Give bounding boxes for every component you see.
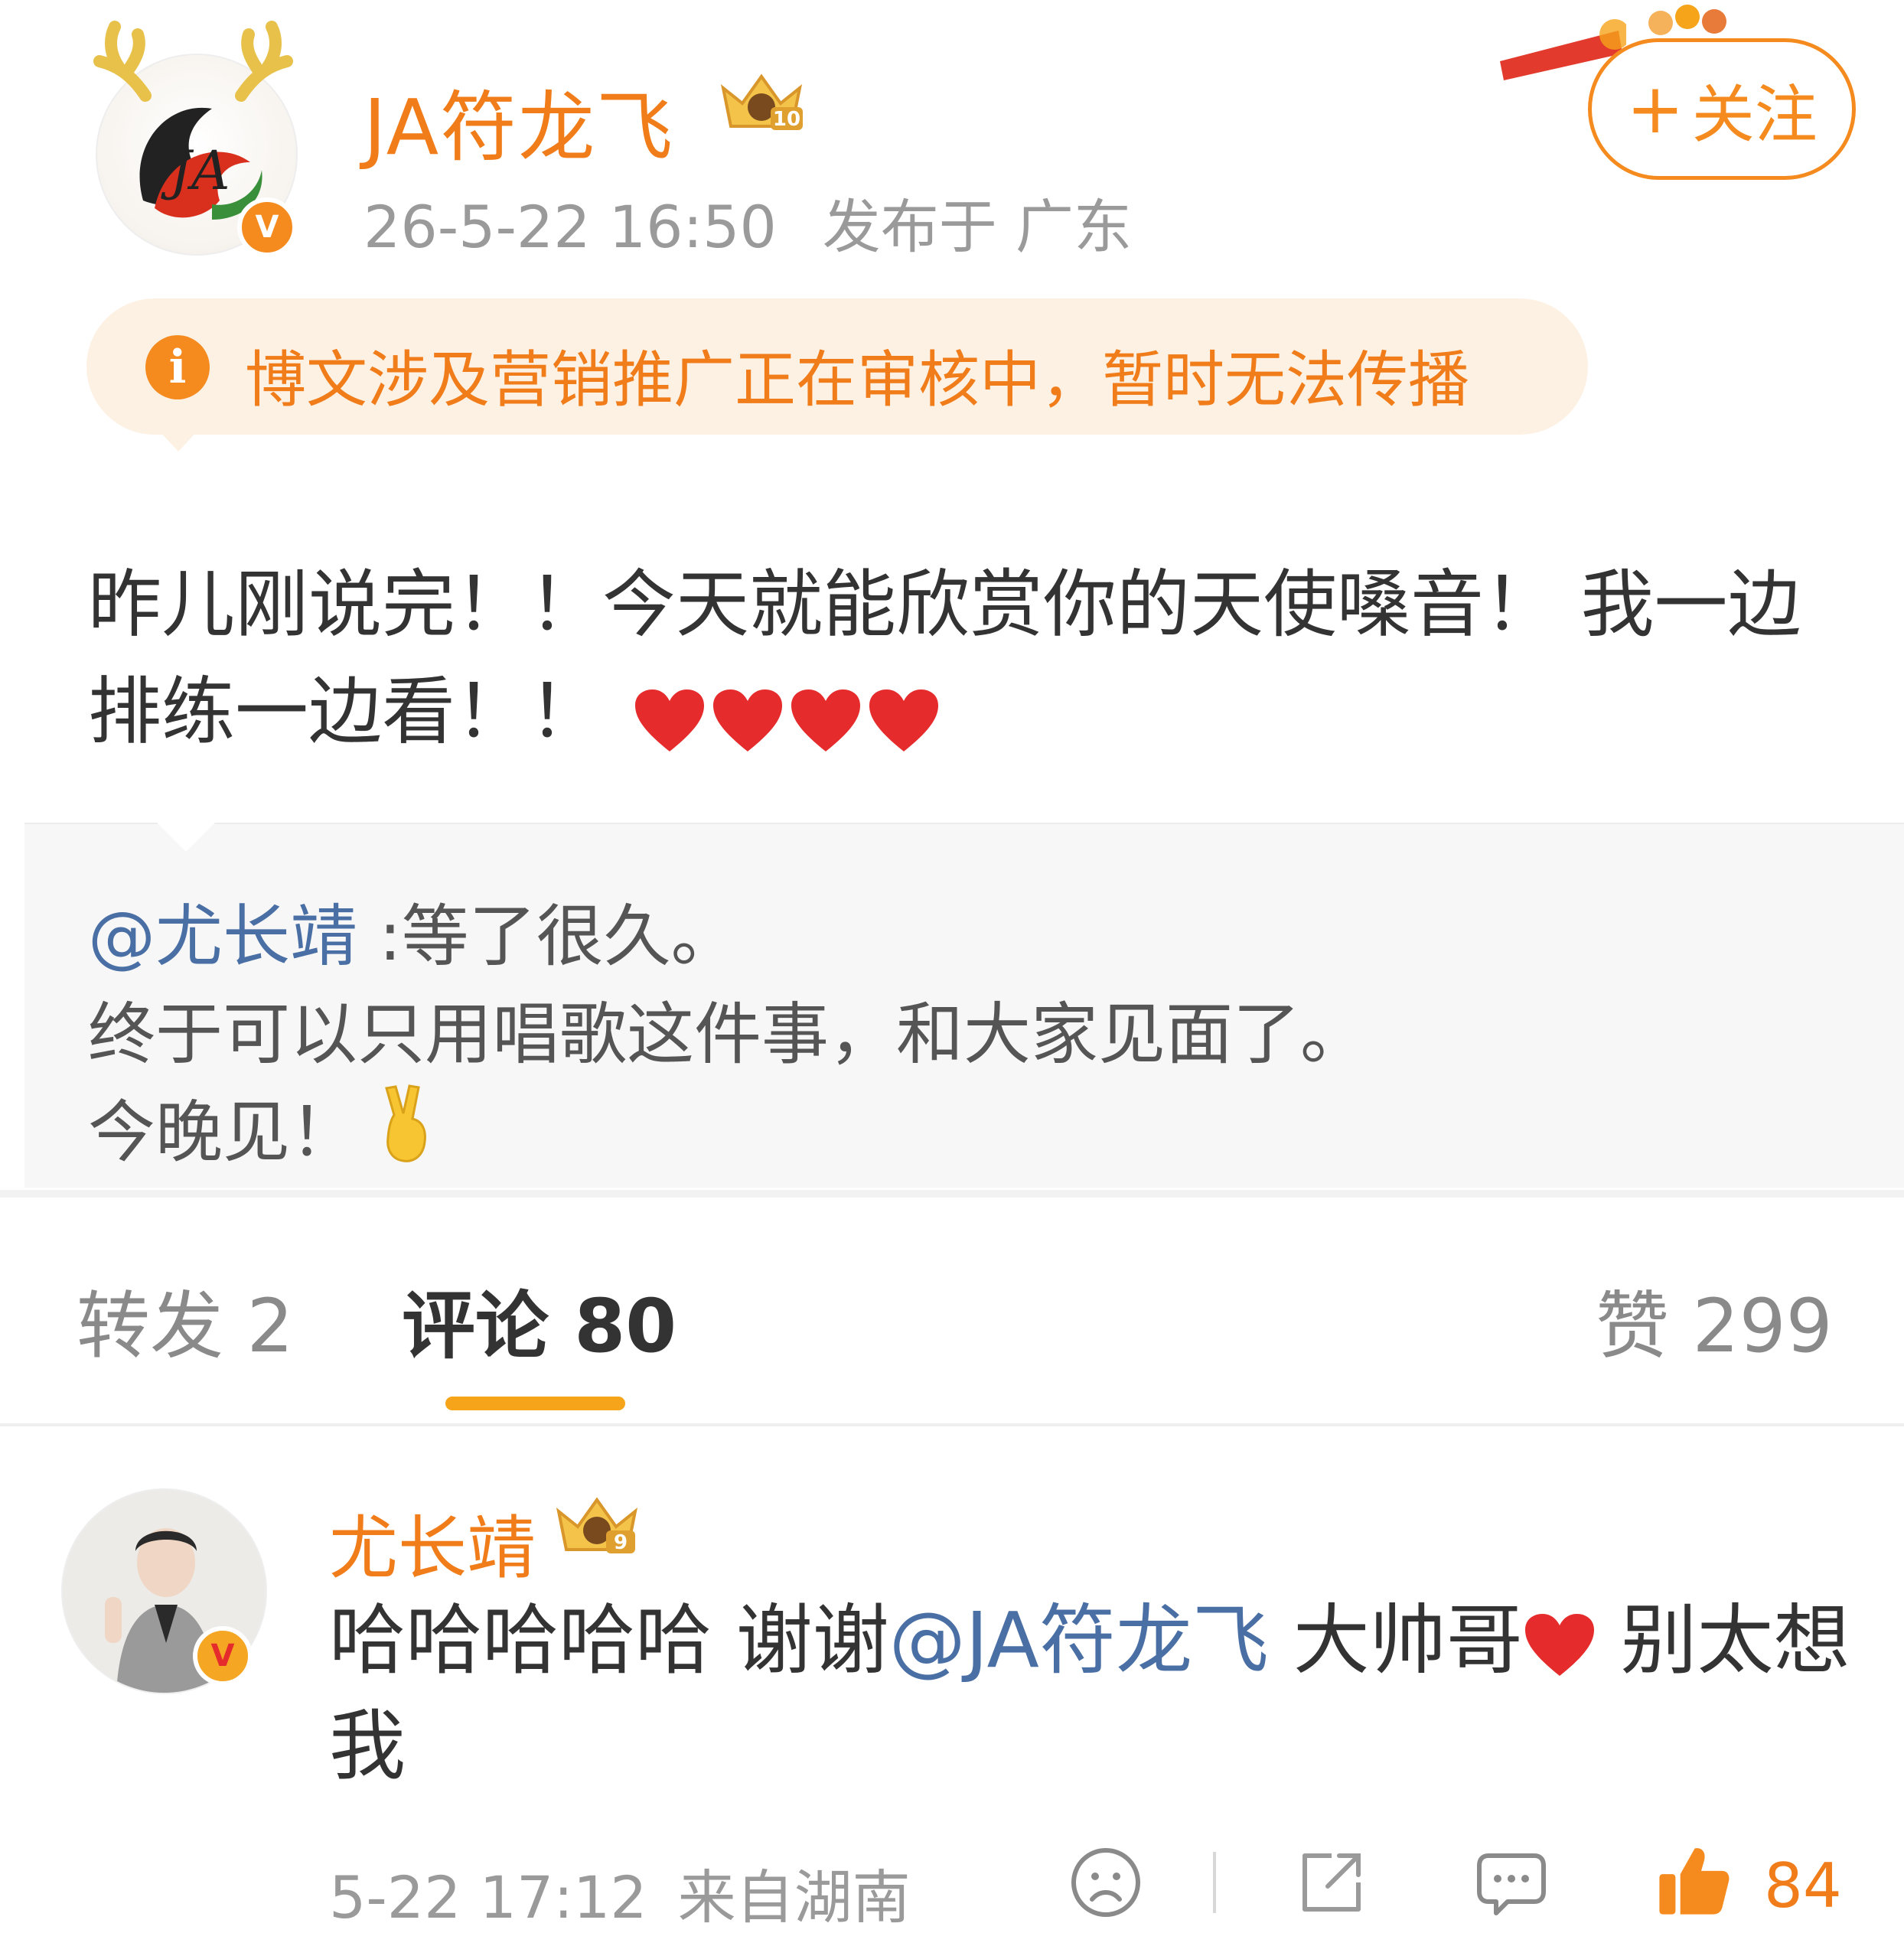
tab-repost[interactable]: 转发 2 xyxy=(77,1266,294,1373)
victory-hand-icon xyxy=(380,1084,434,1191)
comment-time: 5-22 17:12 xyxy=(329,1863,647,1931)
level-badge-text: 9 xyxy=(614,1531,628,1554)
level-badge-text: 10 xyxy=(773,108,800,131)
crown-icon[interactable]: 9 xyxy=(551,1488,643,1557)
repost-line-3-text: 今晚见！ xyxy=(88,1093,358,1172)
comment-meta: 5-22 17:12 来自湖南 xyxy=(329,1850,911,1935)
heart-icon xyxy=(869,689,938,752)
share-icon[interactable] xyxy=(1293,1844,1370,1921)
heart-icon xyxy=(635,689,704,752)
comment-mention[interactable]: @JA符龙飞 xyxy=(889,1596,1269,1685)
post-body: 昨儿刚说完！！今天就能欣赏你的天使嗓音！ 我一边排练一边看！！ xyxy=(88,551,1848,771)
antler-left-icon xyxy=(84,19,168,106)
notice-pointer xyxy=(157,429,200,451)
repost-line-2: 终于可以只用唱歌这件事，和大家见面了。 xyxy=(88,995,1368,1074)
icon-separator xyxy=(1213,1852,1216,1913)
heart-icon xyxy=(791,689,860,752)
post-author-name[interactable]: JA符龙飞 xyxy=(364,65,674,176)
notice-text: 博文涉及营销推广正在审核中，暂时无法传播 xyxy=(245,344,1469,416)
post-location: 发布于 广东 xyxy=(822,193,1132,261)
commenter-verified-badge: V xyxy=(193,1626,253,1686)
plus-icon: + xyxy=(1626,69,1684,149)
active-tab-indicator xyxy=(445,1397,625,1410)
repost-line-1-text: :等了很久。 xyxy=(357,897,738,976)
tab-divider xyxy=(0,1423,1904,1426)
comment-icon[interactable] xyxy=(1473,1844,1550,1921)
repost-mention[interactable]: @尤长靖 xyxy=(88,897,357,976)
repost-line-1: @尤长靖 :等了很久。 xyxy=(88,888,1848,986)
like-count: 84 xyxy=(1764,1850,1842,1922)
comment-text-before: 哈哈哈哈哈 谢谢 xyxy=(329,1596,889,1685)
follow-label: 关注 xyxy=(1691,79,1818,152)
comment-source: 来自湖南 xyxy=(677,1863,911,1931)
repost-line-3: 今晚见！ xyxy=(88,1084,1848,1191)
post-meta: 26-5-22 16:50 发布于 广东 xyxy=(364,180,1132,264)
comment-text-middle: 大帅哥 xyxy=(1268,1596,1523,1685)
post-time: 26-5-22 16:50 xyxy=(364,193,777,261)
sad-face-icon[interactable] xyxy=(1068,1844,1144,1921)
heart-emojis xyxy=(633,663,945,771)
crown-icon[interactable]: 10 xyxy=(716,65,807,134)
repost-pointer xyxy=(157,823,215,852)
follow-button[interactable]: + 关注 xyxy=(1588,38,1856,180)
author-name-text: JA符龙飞 xyxy=(364,83,675,172)
antler-right-icon xyxy=(218,19,302,106)
tab-comment[interactable]: 评论 80 xyxy=(402,1266,677,1373)
comment-text: 哈哈哈哈哈 谢谢@JA符龙飞 大帅哥 别太想我 xyxy=(329,1588,1867,1799)
svg-text:JA: JA xyxy=(161,139,230,202)
heart-icon xyxy=(713,689,782,752)
section-divider xyxy=(0,1190,1904,1198)
thumbs-up-icon[interactable] xyxy=(1653,1840,1733,1921)
commenter-name[interactable]: 尤长靖 xyxy=(329,1492,536,1592)
tab-like[interactable]: 赞 299 xyxy=(1596,1266,1833,1373)
verified-badge: V xyxy=(237,197,297,257)
info-icon: i xyxy=(145,335,210,399)
repost-text: @尤长靖 :等了很久。 终于可以只用唱歌这件事，和大家见面了。 今晚见！ xyxy=(88,888,1848,1191)
heart-icon xyxy=(1524,1613,1594,1676)
